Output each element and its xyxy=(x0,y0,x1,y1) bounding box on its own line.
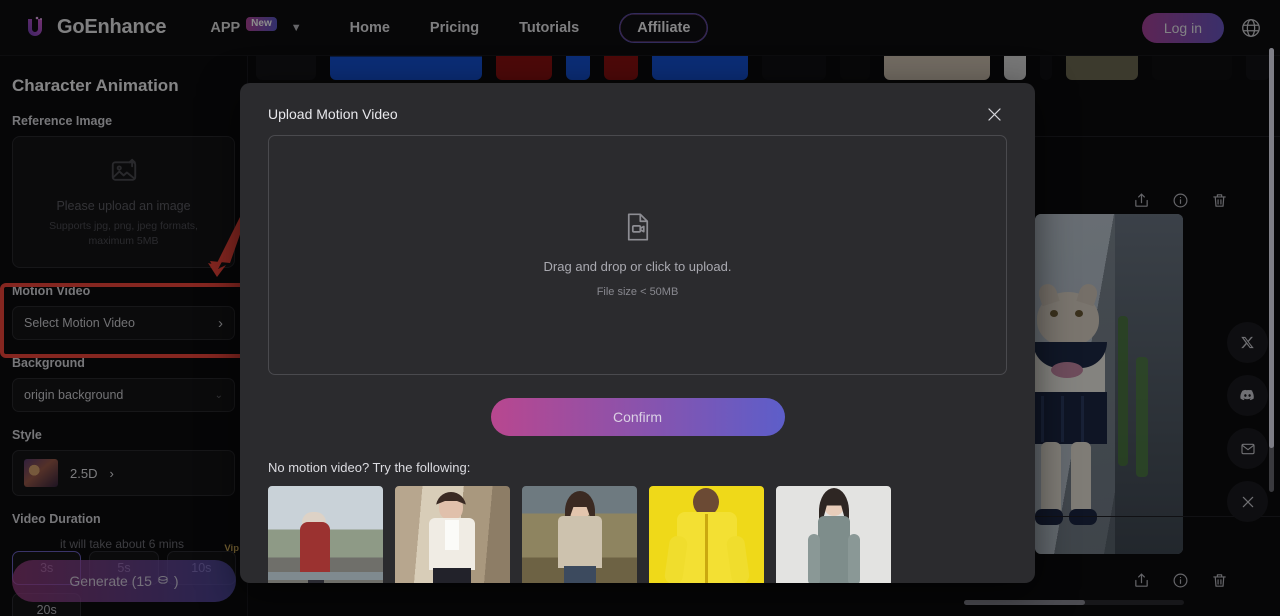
close-icon[interactable] xyxy=(981,101,1007,127)
suggestions-label: No motion video? Try the following: xyxy=(268,460,471,475)
list-item[interactable] xyxy=(776,486,891,583)
list-item[interactable] xyxy=(522,486,637,583)
list-item[interactable] xyxy=(395,486,510,583)
confirm-button[interactable]: Confirm xyxy=(490,398,785,436)
modal-title: Upload Motion Video xyxy=(268,106,398,122)
video-upload-dropzone[interactable]: Drag and drop or click to upload. File s… xyxy=(268,135,1007,375)
upload-motion-video-modal: Upload Motion Video Drag and drop or cli… xyxy=(240,83,1035,583)
upload-secondary-text: File size < 50MB xyxy=(596,286,679,298)
list-item[interactable] xyxy=(649,486,764,583)
list-item[interactable] xyxy=(268,486,383,583)
modal-scrollbar[interactable] xyxy=(1269,48,1274,492)
suggested-videos-list xyxy=(268,486,1007,583)
video-file-icon xyxy=(624,212,652,247)
modal-header: Upload Motion Video xyxy=(268,97,1007,131)
upload-primary-text: Drag and drop or click to upload. xyxy=(543,259,732,274)
